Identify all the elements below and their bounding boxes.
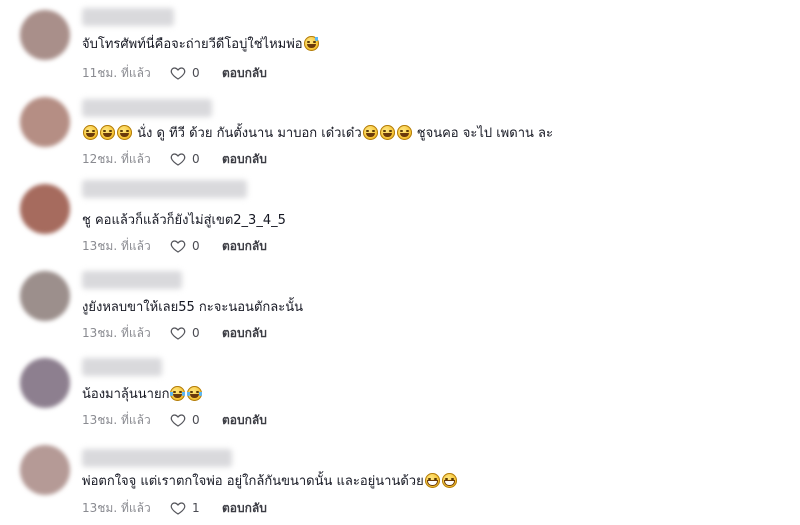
heart-icon[interactable]: [170, 500, 186, 516]
comment-text: จับโทรศัพท์นี่คือจะถ่ายวีดีโอบู่ใช่ไหมพ่…: [82, 34, 320, 56]
username-blurred[interactable]: [82, 99, 212, 117]
comment-text-body: นั่ง ดู ทีวี ด้วย กันตั้งนาน มาบอก เด๋วเ…: [133, 126, 362, 141]
avatar[interactable]: [20, 271, 70, 321]
comment-meta: 12ชม. ที่แล้ว 0 ตอบกลับ: [82, 150, 267, 168]
comment-meta: 13ชม. ที่แล้ว 0 ตอบกลับ: [82, 324, 267, 342]
grin-emoji: [379, 125, 395, 140]
comment-item: ชู คอแล้วก็แล้วก็ยังไม่สู่เขต2_3_4_5 13ช…: [0, 174, 800, 261]
username-blurred[interactable]: [82, 8, 174, 26]
heart-icon[interactable]: [170, 151, 186, 167]
comment-text-body: ชู คอแล้วก็แล้วก็ยังไม่สู่เขต2_3_4_5: [82, 213, 286, 228]
reply-button[interactable]: ตอบกลับ: [222, 499, 267, 517]
comment-text-body: งูยังหลบขาให้เลย55 กะจะนอนตักละนั้น: [82, 300, 303, 315]
heart-icon[interactable]: [170, 238, 186, 254]
heart-icon[interactable]: [170, 325, 186, 341]
comment-item: จับโทรศัพท์นี่คือจะถ่ายวีดีโอบู่ใช่ไหมพ่…: [0, 0, 800, 87]
username-blurred[interactable]: [82, 449, 232, 467]
heart-icon[interactable]: [170, 412, 186, 428]
reply-button[interactable]: ตอบกลับ: [222, 237, 267, 255]
reply-button[interactable]: ตอบกลับ: [222, 411, 267, 429]
like-count: 0: [192, 239, 200, 253]
comment-text: พ่อตกใจจู แต่เราตกใจพ่อ อยู่ใกล้กันขนาดน…: [82, 471, 458, 493]
like-count: 0: [192, 326, 200, 340]
username-blurred[interactable]: [82, 271, 182, 289]
avatar[interactable]: [20, 184, 70, 234]
tears-joy-emoji: [170, 386, 186, 401]
avatar[interactable]: [20, 445, 70, 495]
grimace-emoji: [424, 473, 440, 488]
reply-button[interactable]: ตอบกลับ: [222, 324, 267, 342]
comment-time: 13ชม. ที่แล้ว: [82, 239, 151, 253]
grin-emoji: [100, 125, 115, 140]
comment-meta: 13ชม. ที่แล้ว 0 ตอบกลับ: [82, 237, 267, 255]
comment-item: พ่อตกใจจู แต่เราตกใจพ่อ อยู่ใกล้กันขนาดน…: [0, 435, 800, 522]
comment-text-body: พ่อตกใจจู แต่เราตกใจพ่อ อยู่ใกล้กันขนาดน…: [82, 474, 424, 489]
comment-text-suffix: ชูจนคอ จะไป เพดาน ละ: [412, 126, 553, 141]
like-count: 0: [192, 152, 200, 166]
comment-time: 13ชม. ที่แล้ว: [82, 501, 151, 515]
comment-text-body: จับโทรศัพท์นี่คือจะถ่ายวีดีโอบู่ใช่ไหมพ่…: [82, 37, 303, 52]
comment-time: 13ชม. ที่แล้ว: [82, 413, 151, 427]
comment-time: 13ชม. ที่แล้ว: [82, 326, 151, 340]
like-count: 1: [192, 501, 200, 515]
username-blurred[interactable]: [82, 180, 247, 198]
comment-time: 12ชม. ที่แล้ว: [82, 152, 151, 166]
like-count: 0: [192, 413, 200, 427]
grin-emoji: [83, 125, 98, 140]
reply-button[interactable]: ตอบกลับ: [222, 150, 267, 168]
grimace-emoji: [441, 473, 457, 488]
tears-joy-emoji: [187, 386, 203, 401]
comment-meta: 13ชม. ที่แล้ว 1 ตอบกลับ: [82, 499, 267, 517]
heart-icon[interactable]: [170, 65, 186, 81]
comment-text: ชู คอแล้วก็แล้วก็ยังไม่สู่เขต2_3_4_5: [82, 210, 286, 232]
like-count: 0: [192, 66, 200, 80]
comment-text: น้องมาลุ้นนายก: [82, 384, 203, 406]
avatar[interactable]: [20, 358, 70, 408]
comment-text: งูยังหลบขาให้เลย55 กะจะนอนตักละนั้น: [82, 297, 303, 319]
grin-emoji: [117, 125, 132, 140]
comment-meta: 11ชม. ที่แล้ว 0 ตอบกลับ: [82, 64, 267, 82]
comment-item: น้องมาลุ้นนายก 13ชม. ที่แล้ว 0 ตอบกลับ: [0, 348, 800, 435]
comment-text-body: น้องมาลุ้นนายก: [82, 387, 170, 402]
grin-emoji: [362, 125, 378, 140]
reply-button[interactable]: ตอบกลับ: [222, 64, 267, 82]
comment-item: นั่ง ดู ทีวี ด้วย กันตั้งนาน มาบอก เด๋วเ…: [0, 87, 800, 174]
comment-meta: 13ชม. ที่แล้ว 0 ตอบกลับ: [82, 411, 267, 429]
grin-emoji: [396, 125, 412, 140]
sweat-smile-emoji: [303, 36, 319, 51]
comment-text: นั่ง ดู ทีวี ด้วย กันตั้งนาน มาบอก เด๋วเ…: [82, 123, 553, 145]
avatar[interactable]: [20, 10, 70, 60]
comment-time: 11ชม. ที่แล้ว: [82, 66, 151, 80]
avatar[interactable]: [20, 97, 70, 147]
comment-item: งูยังหลบขาให้เลย55 กะจะนอนตักละนั้น 13ชม…: [0, 261, 800, 348]
username-blurred[interactable]: [82, 358, 162, 376]
